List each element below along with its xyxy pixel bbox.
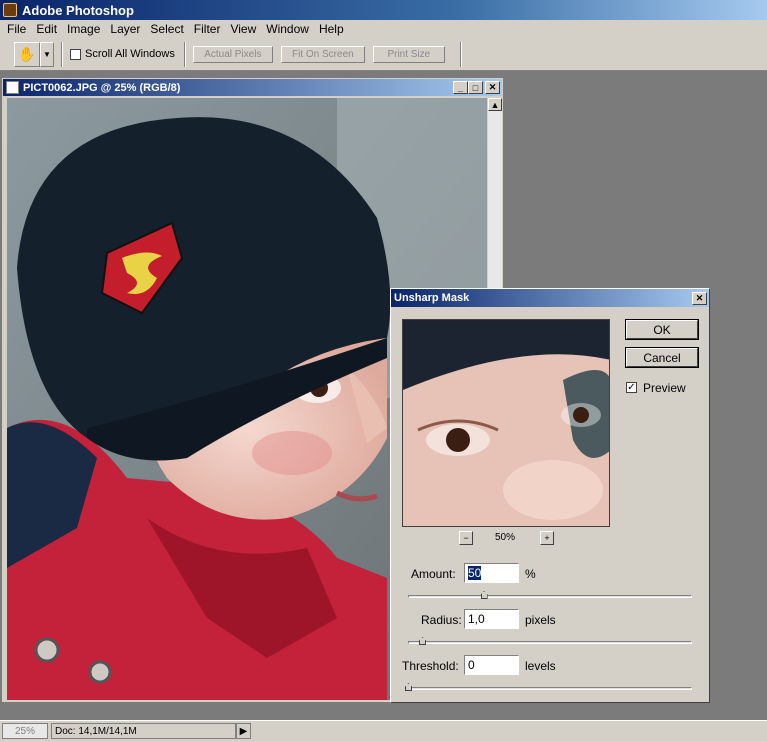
- preview-image: [403, 320, 609, 526]
- menu-filter[interactable]: Filter: [189, 22, 226, 36]
- print-size-button[interactable]: Print Size: [372, 45, 445, 63]
- app-title: Adobe Photoshop: [22, 2, 134, 18]
- document-icon: [6, 81, 19, 94]
- preview-label: Preview: [643, 381, 686, 395]
- menu-bar: File Edit Image Layer Select Filter View…: [0, 20, 767, 38]
- document-title: PICT0062.JPG @ 25% (RGB/8): [23, 81, 181, 94]
- options-separator: [459, 41, 462, 67]
- unsharp-mask-dialog: Unsharp Mask ✕ OK Cancel ✓ Preview − 50%…: [390, 288, 710, 703]
- menu-select[interactable]: Select: [145, 22, 188, 36]
- amount-unit: %: [525, 567, 536, 581]
- menu-view[interactable]: View: [225, 22, 261, 36]
- scroll-up-icon[interactable]: ▲: [488, 98, 502, 111]
- threshold-unit: levels: [525, 659, 556, 673]
- hand-tool-icon: ✋: [18, 45, 36, 62]
- menu-window[interactable]: Window: [261, 22, 314, 36]
- tool-preset-dropdown[interactable]: ▼: [40, 41, 54, 67]
- zoom-out-button[interactable]: −: [459, 531, 473, 545]
- status-doc-size: Doc: 14,1M/14,1M: [51, 723, 236, 739]
- scroll-all-windows-checkbox[interactable]: [70, 48, 81, 60]
- zoom-in-button[interactable]: +: [540, 531, 554, 545]
- actual-pixels-button[interactable]: Actual Pixels: [192, 45, 273, 63]
- photoshop-app-icon: [3, 3, 17, 17]
- radius-field[interactable]: 1,0: [464, 609, 519, 629]
- radius-unit: pixels: [525, 613, 556, 627]
- minimize-icon[interactable]: _: [453, 81, 468, 94]
- amount-slider-thumb[interactable]: [480, 591, 488, 599]
- maximize-icon[interactable]: □: [468, 81, 483, 94]
- amount-slider-track[interactable]: [408, 595, 692, 598]
- app-title-bar: Adobe Photoshop: [0, 0, 767, 20]
- menu-layer[interactable]: Layer: [105, 22, 145, 36]
- document-title-bar[interactable]: PICT0062.JPG @ 25% (RGB/8) _ □ ✕: [3, 79, 502, 96]
- options-separator: [183, 41, 186, 67]
- radius-slider-track[interactable]: [408, 641, 692, 644]
- threshold-slider-track[interactable]: [408, 687, 692, 690]
- close-icon[interactable]: ✕: [692, 291, 707, 305]
- play-arrow-icon[interactable]: ▶: [236, 723, 251, 739]
- scroll-all-windows-label: Scroll All Windows: [85, 48, 175, 60]
- dialog-title-bar[interactable]: Unsharp Mask ✕: [391, 289, 709, 307]
- preview-checkbox[interactable]: ✓: [626, 382, 637, 393]
- options-separator: [61, 41, 63, 67]
- menu-edit[interactable]: Edit: [31, 22, 62, 36]
- status-zoom-field[interactable]: 25%: [2, 723, 48, 739]
- options-bar: ✋ ▼ Scroll All Windows Actual Pixels Fit…: [0, 38, 767, 71]
- threshold-label: Threshold:: [402, 659, 459, 673]
- menu-help[interactable]: Help: [314, 22, 349, 36]
- hand-tool-button[interactable]: ✋: [14, 41, 40, 67]
- close-icon[interactable]: ✕: [485, 81, 500, 94]
- fit-on-screen-button[interactable]: Fit On Screen: [280, 45, 365, 63]
- checkmark-icon: ✓: [627, 381, 636, 393]
- ok-button[interactable]: OK: [625, 319, 699, 340]
- preview-pane[interactable]: [402, 319, 610, 527]
- radius-label: Radius:: [421, 613, 462, 627]
- status-bar: 25% Doc: 14,1M/14,1M ▶: [0, 720, 767, 741]
- menu-file[interactable]: File: [2, 22, 31, 36]
- chevron-down-icon: ▼: [43, 49, 51, 59]
- preview-zoom-level: 50%: [495, 532, 516, 543]
- menu-image[interactable]: Image: [62, 22, 105, 36]
- threshold-slider-thumb[interactable]: [405, 683, 412, 691]
- cancel-button[interactable]: Cancel: [625, 347, 699, 368]
- amount-value: 50: [468, 566, 482, 580]
- amount-field[interactable]: 50: [464, 563, 519, 583]
- dialog-title: Unsharp Mask: [394, 292, 470, 304]
- amount-label: Amount:: [411, 567, 456, 581]
- radius-slider-thumb[interactable]: [419, 637, 426, 645]
- threshold-field[interactable]: 0: [464, 655, 519, 675]
